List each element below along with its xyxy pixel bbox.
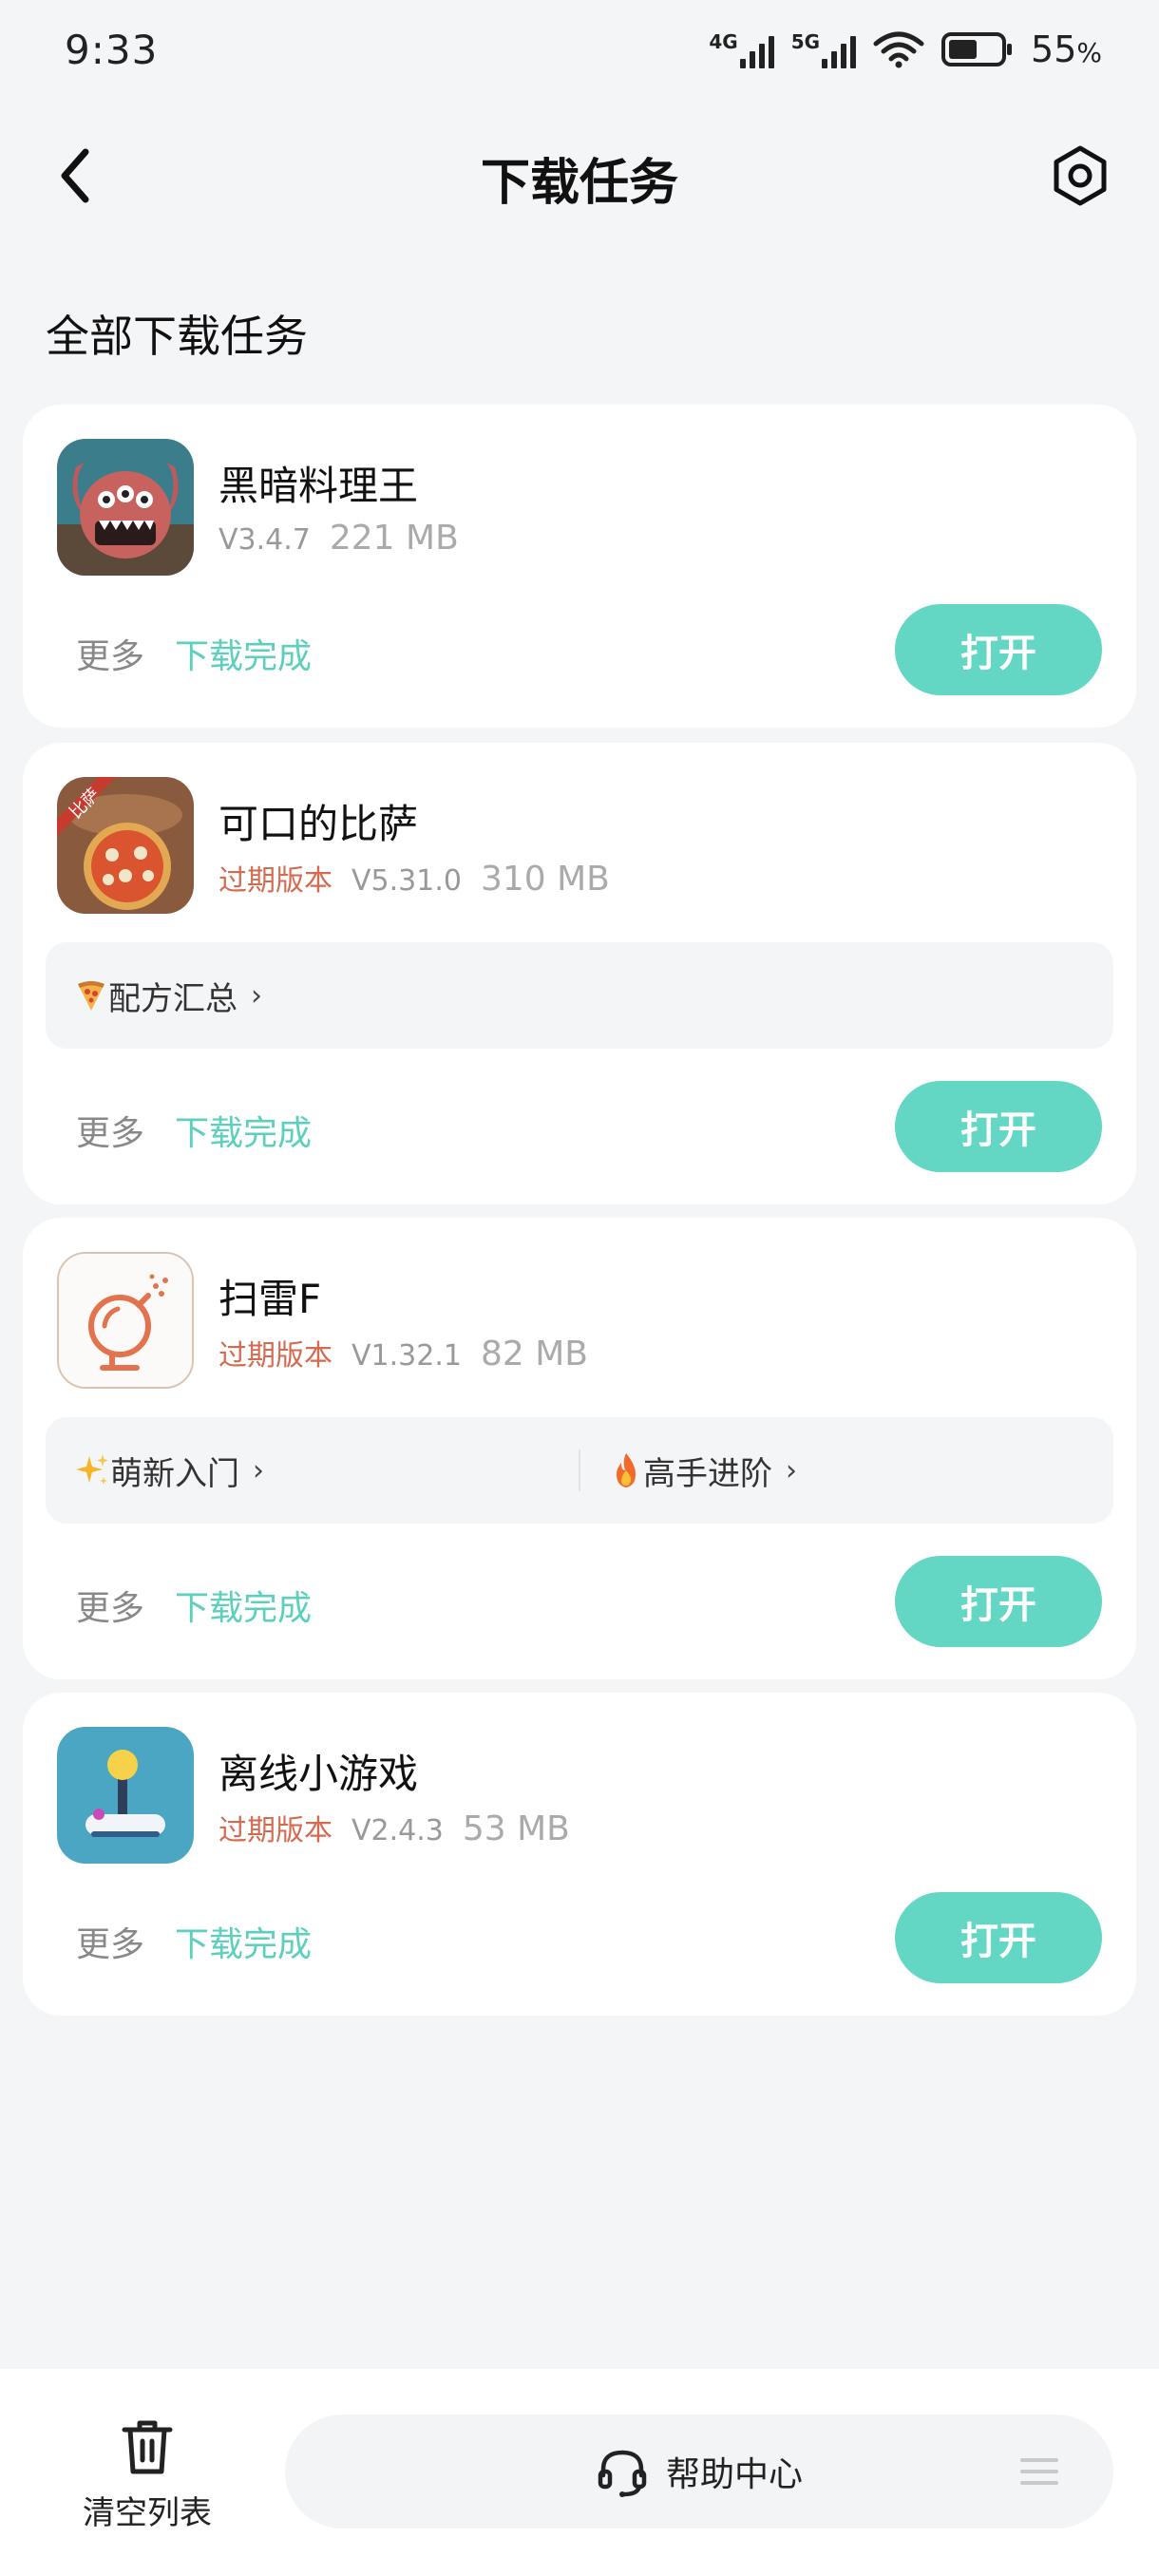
- wifi-icon: [873, 31, 924, 68]
- status-bar: 9:33 4G 5G 55%: [0, 0, 1159, 104]
- battery-value: 55: [1031, 28, 1077, 70]
- app-size: 53 MB: [462, 1809, 570, 1848]
- app-name: 可口的比萨: [218, 801, 419, 847]
- battery-percent: 55%: [1031, 28, 1102, 70]
- more-link[interactable]: 更多: [76, 1581, 144, 1630]
- chevron-right-icon: ›: [786, 1453, 797, 1487]
- download-card-1: 黑暗料理王 V3.4.7 221 MB 更多 下载完成 打开: [23, 405, 1136, 728]
- settings-gear-icon[interactable]: [1049, 144, 1112, 207]
- octopus-icon: [57, 439, 194, 576]
- trash-icon: [122, 2420, 173, 2474]
- battery-unit: %: [1076, 37, 1102, 68]
- bomb-icon: [59, 1254, 192, 1387]
- app-icon-offline-games[interactable]: [57, 1727, 194, 1864]
- guide-link-recipes[interactable]: 配方汇总 ›: [46, 973, 262, 1019]
- guide-label: 高手进阶: [643, 1454, 772, 1493]
- guide-strip: 萌新入门 › 高手进阶 ›: [46, 1417, 1113, 1524]
- open-button[interactable]: 打开: [895, 1892, 1102, 1983]
- app-meta: 过期版本 V2.4.3 53 MB: [218, 1807, 570, 1848]
- signal-4g-label: 4G: [709, 30, 738, 53]
- action-row: 更多 下载完成: [76, 1106, 312, 1155]
- app-icon-good-pizza[interactable]: 比萨: [57, 777, 194, 914]
- download-card-4: 离线小游戏 过期版本 V2.4.3 53 MB 更多 下载完成 打开: [23, 1693, 1136, 2016]
- menu-lines-icon[interactable]: [1020, 2456, 1058, 2487]
- guide-label: 配方汇总: [108, 979, 238, 1018]
- app-icon-minesweeper[interactable]: [57, 1252, 194, 1389]
- battery-icon: [941, 32, 1013, 66]
- app-meta: V3.4.7 221 MB: [218, 519, 459, 558]
- joystick-icon: [57, 1727, 194, 1864]
- download-status: 下载完成: [175, 1589, 313, 1628]
- action-row: 更多 下载完成: [76, 1581, 312, 1630]
- help-center-button[interactable]: 帮助中心: [285, 2415, 1113, 2529]
- guide-link-advanced[interactable]: 高手进阶 ›: [580, 1448, 1113, 1494]
- app-size: 310 MB: [480, 860, 610, 899]
- guide-label: 萌新入门: [110, 1454, 239, 1493]
- download-status: 下载完成: [175, 1114, 313, 1153]
- app-version: V2.4.3: [352, 1814, 444, 1847]
- section-title: 全部下载任务: [46, 311, 308, 362]
- signal-5g-label: 5G: [790, 30, 821, 53]
- clock: 9:33: [65, 27, 159, 73]
- signal-4g-icon: 4G: [709, 30, 774, 68]
- app-name: 离线小游戏: [218, 1751, 419, 1797]
- guide-link-beginner[interactable]: 萌新入门 ›: [46, 1448, 579, 1494]
- open-button[interactable]: 打开: [895, 1556, 1102, 1647]
- headset-icon: [598, 2450, 647, 2497]
- app-icon-dark-cuisine[interactable]: [57, 439, 194, 576]
- pizza-slice-icon: [78, 981, 104, 1011]
- download-card-2: 比萨 可口的比萨 过期版本 V5.31.0 310 MB 配方汇总 › 更多 下…: [23, 743, 1136, 1204]
- app-name: 黑暗料理王: [218, 463, 419, 509]
- more-link[interactable]: 更多: [76, 1917, 144, 1966]
- signal-5g-icon: 5G: [790, 30, 857, 68]
- chevron-right-icon: ›: [251, 978, 262, 1013]
- more-link[interactable]: 更多: [76, 1106, 144, 1155]
- download-status: 下载完成: [175, 637, 313, 676]
- open-button[interactable]: 打开: [895, 1081, 1102, 1172]
- download-card-3: 扫雷F 过期版本 V1.32.1 82 MB 萌新入门 › 高手进阶 › 更多 …: [23, 1218, 1136, 1679]
- app-size: 221 MB: [329, 519, 459, 558]
- app-name: 扫雷F: [218, 1276, 322, 1322]
- outdated-badge: 过期版本: [218, 1814, 332, 1847]
- clear-list-label: 清空列表: [83, 2494, 212, 2532]
- bottom-bar: 清空列表 帮助中心: [0, 2369, 1159, 2576]
- app-size: 82 MB: [480, 1335, 588, 1373]
- action-row: 更多 下载完成: [76, 1917, 312, 1966]
- outdated-badge: 过期版本: [218, 864, 332, 898]
- status-icons: 4G 5G 55%: [709, 28, 1102, 70]
- fire-icon: [617, 1453, 636, 1487]
- chevron-right-icon: ›: [253, 1453, 264, 1487]
- app-meta: 过期版本 V5.31.0 310 MB: [218, 857, 610, 899]
- guide-strip: 配方汇总 ›: [46, 942, 1113, 1049]
- pizza-icon: 比萨: [57, 777, 194, 914]
- open-button[interactable]: 打开: [895, 604, 1102, 695]
- page-title: 下载任务: [480, 155, 678, 212]
- app-version: V1.32.1: [352, 1339, 462, 1373]
- outdated-badge: 过期版本: [218, 1339, 332, 1373]
- action-row: 更多 下载完成: [76, 629, 312, 678]
- app-version: V3.4.7: [218, 523, 311, 557]
- sparkles-icon: [76, 1454, 108, 1485]
- app-meta: 过期版本 V1.32.1 82 MB: [218, 1332, 588, 1373]
- download-status: 下载完成: [175, 1925, 313, 1964]
- help-center-label: 帮助中心: [665, 2455, 803, 2494]
- clear-list-button[interactable]: 清空列表: [66, 2416, 228, 2533]
- app-version: V5.31.0: [352, 864, 462, 898]
- more-link[interactable]: 更多: [76, 629, 144, 678]
